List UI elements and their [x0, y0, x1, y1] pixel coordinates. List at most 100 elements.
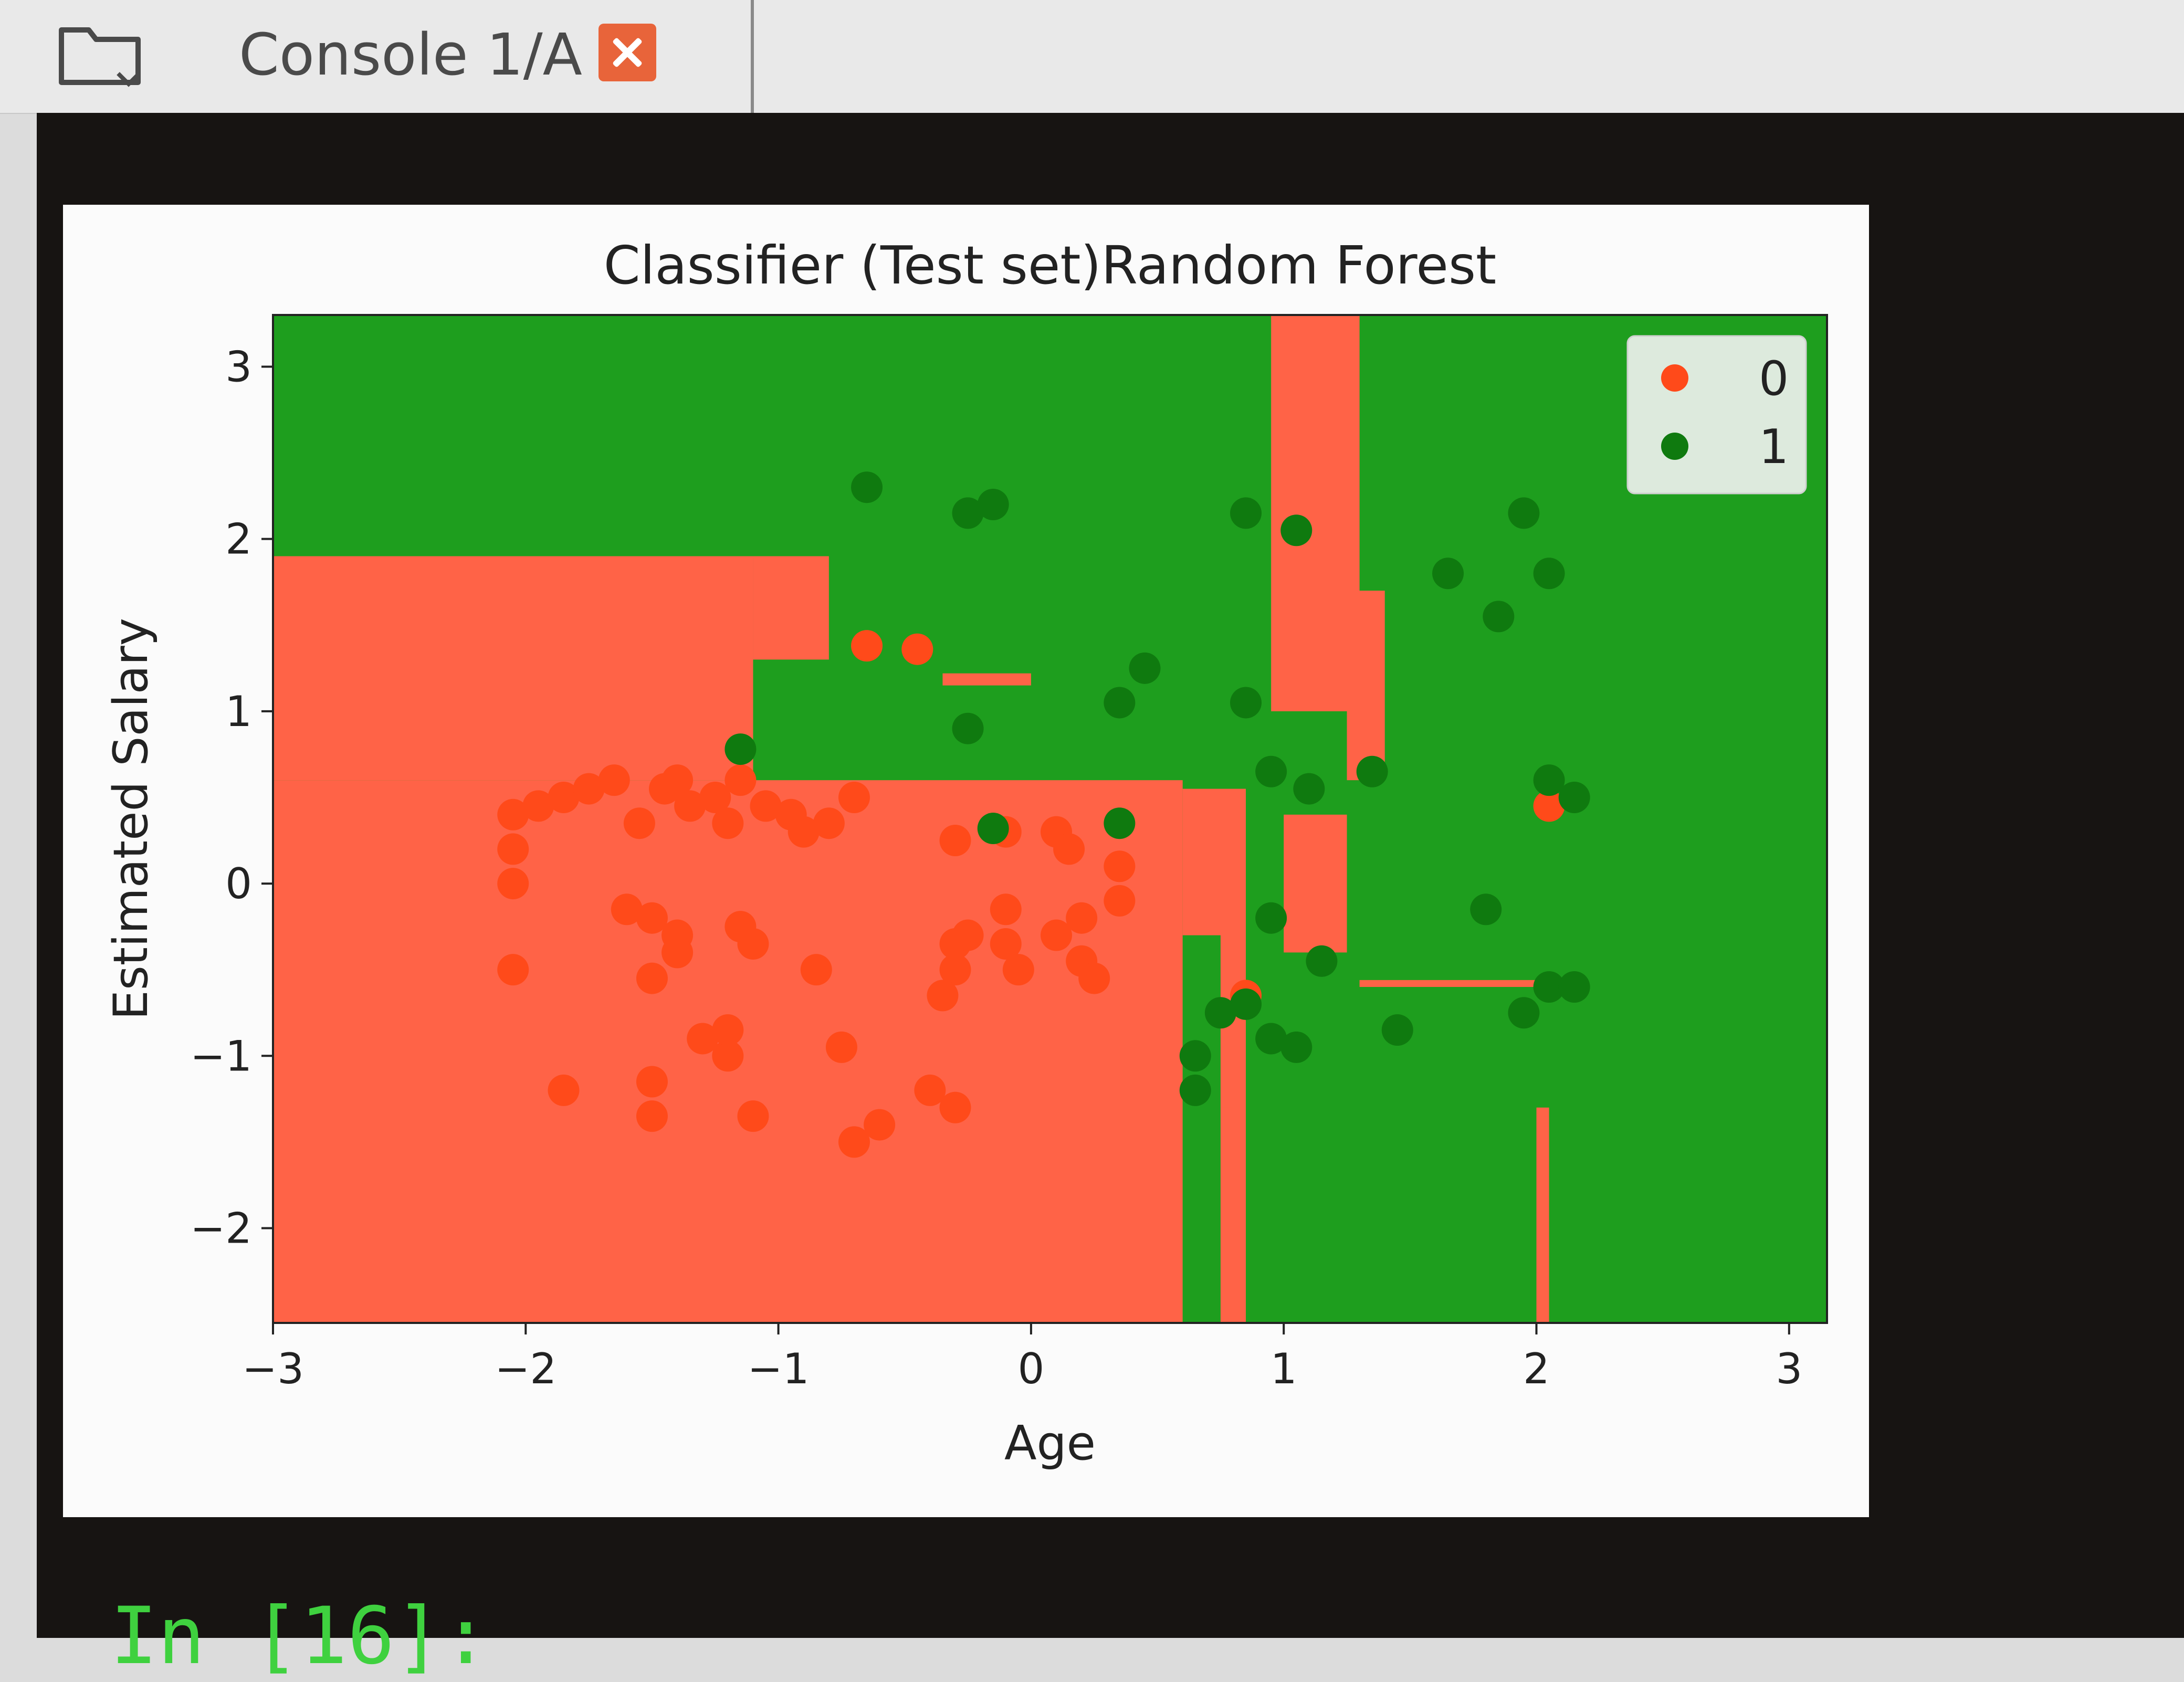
chart-title: Classifier (Test set)Random Forest [604, 235, 1497, 296]
point-class-1 [1558, 971, 1590, 1003]
point-class-1 [1280, 514, 1312, 546]
y-axis-label: Estimated Salary [103, 618, 159, 1020]
point-class-1 [1508, 997, 1540, 1029]
region-strip-mid-0 [1284, 814, 1347, 953]
point-class-0 [636, 1066, 668, 1098]
point-class-1 [952, 712, 984, 744]
point-class-0 [901, 633, 933, 665]
point-class-0 [1104, 885, 1136, 917]
point-class-0 [939, 1091, 971, 1123]
point-class-0 [662, 937, 694, 969]
point-class-0 [636, 962, 668, 994]
point-class-0 [737, 1100, 769, 1132]
x-axis-label: Age [1004, 1416, 1096, 1471]
point-class-0 [724, 764, 757, 796]
point-class-0 [1041, 919, 1073, 951]
point-class-1 [1129, 652, 1161, 684]
region-strip-low-0 [1220, 1107, 1233, 1323]
point-class-1 [1306, 945, 1338, 977]
region-upper-left-0 [273, 556, 753, 781]
point-class-0 [662, 764, 694, 796]
point-class-1 [1179, 1040, 1211, 1072]
point-class-0 [990, 893, 1022, 926]
region-bottom-1 [1182, 935, 1221, 1323]
point-class-0 [1053, 833, 1085, 865]
region-step-0 [753, 556, 829, 660]
point-class-1 [1255, 902, 1287, 934]
point-class-0 [813, 807, 845, 839]
point-class-1 [1381, 1014, 1413, 1046]
y-tick-label: 1 [225, 687, 252, 736]
plot-figure: Classifier (Test set)Random Forest −3 −2−… [63, 205, 1869, 1517]
region-line-0 [1359, 980, 1549, 987]
point-class-1 [1432, 558, 1464, 590]
close-icon[interactable] [598, 24, 656, 81]
y-tick-label: −1 [190, 1032, 252, 1080]
point-class-1 [1280, 1031, 1312, 1063]
point-class-0 [548, 1074, 580, 1106]
point-class-0 [623, 807, 655, 839]
point-class-1 [1483, 601, 1515, 633]
console-prompt: In [16]: [110, 1591, 490, 1682]
point-class-0 [838, 781, 870, 813]
x-tick-label: 3 [1776, 1344, 1802, 1393]
legend-marker-1 [1661, 433, 1688, 460]
x-tick-label: 2 [1523, 1344, 1550, 1393]
region-bar-0 [942, 673, 1031, 686]
region-strip-low-2-0 [1536, 1107, 1549, 1323]
legend-label-1: 1 [1759, 419, 1789, 475]
point-class-0 [497, 868, 529, 900]
y-tick-label: −2 [190, 1204, 252, 1253]
point-class-1 [1508, 497, 1540, 529]
x-tick-label: 1 [1270, 1344, 1297, 1393]
y-tick-label: 3 [225, 342, 252, 391]
legend-marker-0 [1661, 364, 1688, 392]
y-tick-label: 2 [225, 515, 252, 564]
point-class-1 [1356, 755, 1388, 787]
legend: 0 1 [1626, 335, 1807, 495]
point-class-1 [1179, 1074, 1211, 1106]
point-class-0 [497, 833, 529, 865]
point-class-0 [851, 630, 883, 662]
x-tick-label: −1 [748, 1344, 810, 1393]
point-class-0 [712, 807, 744, 839]
tab-bar: Console 1/A [0, 0, 2184, 114]
legend-label-0: 0 [1759, 351, 1789, 406]
region-strip-right-0 [1347, 591, 1385, 781]
point-class-1 [851, 471, 883, 503]
point-class-0 [825, 1031, 857, 1063]
point-class-1 [1533, 558, 1565, 590]
region-strip-top-0 [1271, 315, 1360, 711]
point-class-0 [1002, 954, 1034, 986]
point-class-0 [838, 1126, 870, 1158]
point-class-0 [952, 919, 984, 951]
folder-icon[interactable] [55, 24, 144, 89]
x-axis: −3 −2 −1 0 1 2 3 [242, 1323, 1802, 1393]
point-class-1 [1558, 781, 1590, 813]
y-tick-label: 0 [225, 859, 252, 908]
point-class-0 [800, 954, 832, 986]
point-class-1 [1470, 893, 1502, 926]
point-class-0 [712, 1014, 744, 1046]
point-class-1 [977, 489, 1009, 521]
point-class-1 [1230, 988, 1262, 1020]
point-class-1 [977, 813, 1009, 845]
tab-label: Console 1/A [239, 21, 582, 88]
point-class-1 [1293, 773, 1325, 805]
point-class-0 [939, 825, 971, 857]
point-class-0 [497, 954, 529, 986]
y-axis: −2 −1 0 1 2 3 [190, 342, 273, 1253]
point-class-1 [724, 733, 757, 765]
point-class-0 [598, 764, 630, 796]
x-tick-label: −3 [242, 1344, 304, 1393]
tab-console[interactable]: Console 1/A [158, 0, 754, 113]
point-class-1 [1104, 687, 1136, 719]
chart: Classifier (Test set)Random Forest −3 −2−… [103, 235, 1828, 1471]
point-class-0 [737, 928, 769, 960]
x-tick-label: −2 [495, 1344, 556, 1393]
point-class-0 [1104, 850, 1136, 882]
point-class-1 [1104, 807, 1136, 839]
point-class-1 [1230, 497, 1262, 529]
point-class-1 [1255, 755, 1287, 787]
point-class-0 [636, 1100, 668, 1132]
